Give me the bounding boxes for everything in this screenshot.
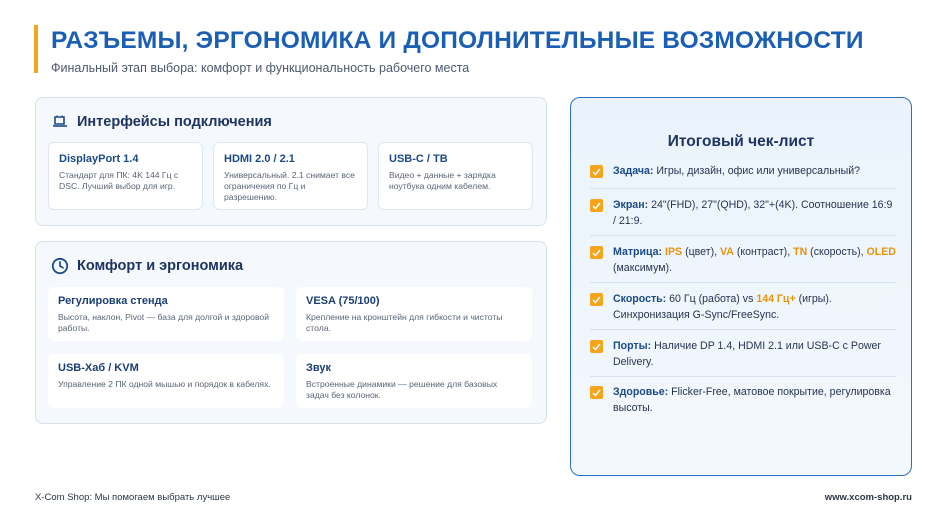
item-text: (цвет), [682, 246, 720, 258]
item-text: 24"(FHD), 27"(QHD), 32"+(4K). Соотношени… [613, 199, 893, 227]
item-label: Здоровье: [613, 386, 669, 398]
card-sound: Звук Встроенные динамики — решение для б… [296, 354, 532, 408]
checkbox-checked-icon[interactable] [590, 293, 603, 306]
item-text: (контраст), [733, 246, 794, 258]
card-usb-c: USB-C / TB Видео + данные + зарядка ноут… [378, 142, 533, 210]
checklist-item-ports: Порты: Наличие DP 1.4, HDMI 2.1 или USB-… [590, 339, 896, 370]
divider [590, 235, 896, 236]
highlight-oled: OLED [866, 246, 896, 258]
card-desc: Высота, наклон, Pivot — база для долгой … [58, 312, 270, 333]
card-displayport: DisplayPort 1.4 Стандарт для ПК: 4K 144 … [48, 142, 203, 210]
card-stand-adjust: Регулировка стенда Высота, наклон, Pivot… [48, 287, 284, 341]
card-desc: Управление 2 ПК одной мышью и порядок в … [58, 379, 271, 389]
card-desc: Стандарт для ПК: 4K 144 Гц с DSC. Лучший… [59, 170, 179, 191]
comfort-header: Комфорт и эргономика [51, 257, 243, 275]
divider [590, 329, 896, 330]
highlight-ips: IPS [665, 246, 683, 258]
interfaces-panel: Интерфейсы подключения DisplayPort 1.4 С… [35, 97, 547, 226]
card-title: USB-Хаб / KVM [58, 362, 139, 374]
checkbox-checked-icon[interactable] [590, 199, 603, 212]
footer-website-link[interactable]: www.xcom-shop.ru [825, 492, 912, 503]
highlight-va: VA [719, 246, 734, 258]
checkbox-checked-icon[interactable] [590, 165, 603, 178]
item-label: Матрица: [613, 246, 663, 258]
card-vesa: VESA (75/100) Крепление на кронштейн для… [296, 287, 532, 341]
card-title: USB-C / TB [389, 153, 448, 165]
item-text: 60 Гц (работа) vs [666, 293, 757, 305]
comfort-title: Комфорт и эргономика [77, 258, 244, 274]
item-text: (скорость), [807, 246, 867, 258]
card-desc: Видео + данные + зарядка ноутбука одним … [389, 170, 496, 191]
comfort-panel: Комфорт и эргономика Регулировка стенда … [35, 241, 547, 424]
divider [590, 282, 896, 283]
card-title: VESA (75/100) [306, 295, 380, 307]
footer-tagline: X-Com Shop: Мы помогаем выбрать лучшее [35, 492, 231, 503]
card-desc: Крепление на кронштейн для гибкости и чи… [306, 312, 503, 333]
checklist-item-matrix: Матрица: IPS (цвет), VA (контраст), TN (… [590, 245, 896, 276]
highlight-tn: TN [793, 246, 808, 258]
item-label: Задача: [613, 165, 654, 177]
card-title: Регулировка стенда [58, 295, 168, 307]
checklist-title: Итоговый чек-лист [667, 133, 815, 150]
item-text: Наличие DP 1.4, HDMI 2.1 или USB-C с Pow… [613, 340, 881, 368]
interfaces-title: Интерфейсы подключения [77, 114, 272, 130]
card-desc: Встроенные динамики — решение для базовы… [306, 379, 498, 400]
title-accent-bar [34, 25, 38, 73]
item-text: (максимум). [613, 261, 673, 274]
card-hdmi: HDMI 2.0 / 2.1 Универсальный. 2.1 снимае… [213, 142, 368, 210]
page-title: РАЗЪЕМЫ, ЭРГОНОМИКА И ДОПОЛНИТЕЛЬНЫЕ ВОЗ… [51, 27, 864, 54]
checklist-item-task: Задача: Игры, дизайн, офис или универсал… [590, 164, 896, 180]
checklist-item-health: Здоровье: Flicker-Free, матовое покрытие… [590, 385, 896, 416]
checkbox-checked-icon[interactable] [590, 246, 603, 259]
checkbox-checked-icon[interactable] [590, 340, 603, 353]
clock-icon [51, 257, 69, 275]
item-label: Порты: [613, 340, 652, 352]
page-subtitle: Финальный этап выбора: комфорт и функцио… [51, 61, 470, 75]
item-text: Игры, дизайн, офис или универсальный? [653, 165, 861, 177]
checkbox-checked-icon[interactable] [590, 386, 603, 399]
card-title: Звук [306, 362, 332, 374]
plug-icon [51, 113, 69, 131]
divider [590, 376, 896, 377]
divider [590, 188, 896, 189]
item-label: Скорость: [613, 293, 667, 305]
checklist-item-speed: Скорость: 60 Гц (работа) vs 144 Гц+ (игр… [590, 292, 896, 323]
card-usb-hub: USB-Хаб / KVM Управление 2 ПК одной мышь… [48, 354, 284, 408]
checklist-item-screen: Экран: 24"(FHD), 27"(QHD), 32"+(4K). Соо… [590, 198, 896, 229]
checklist-panel: Итоговый чек-лист Задача: Игры, дизайн, … [570, 97, 912, 476]
interfaces-header: Интерфейсы подключения [51, 113, 272, 131]
highlight-144hz: 144 Гц+ [756, 293, 796, 305]
item-label: Экран: [613, 199, 649, 211]
card-title: DisplayPort 1.4 [59, 153, 139, 165]
card-desc: Универсальный. 2.1 снимает все ограничен… [224, 170, 355, 202]
card-title: HDMI 2.0 / 2.1 [224, 153, 295, 165]
